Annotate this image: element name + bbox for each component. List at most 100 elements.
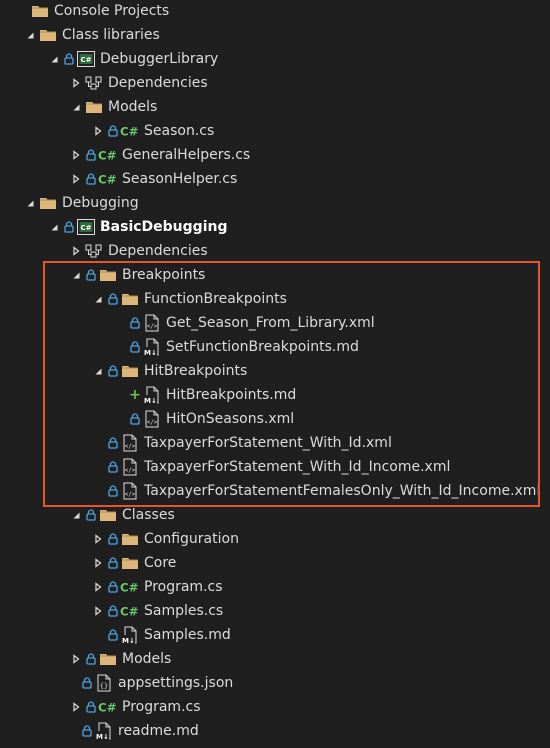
chevron-right-icon[interactable] (68, 239, 84, 263)
tree-item-configuration[interactable]: Configuration (0, 527, 550, 551)
lock-icon (106, 599, 120, 623)
chevron-down-icon[interactable] (46, 47, 62, 71)
tree-item-content: Dependencies (68, 71, 208, 95)
tree-item-label: TaxpayerForStatement_With_Id_Income.xml (144, 459, 451, 475)
tree-item-console-projects[interactable]: Console Projects (0, 0, 550, 23)
chevron-right-icon[interactable] (90, 119, 106, 143)
csharp-file-icon: C# (120, 575, 140, 599)
tree-item-appsettings-json[interactable]: {} appsettings.json (0, 671, 550, 695)
tree-item-label: DebuggerLibrary (100, 51, 219, 67)
chevron-down-icon[interactable] (46, 215, 62, 239)
tree-item-dependencies[interactable]: Dependencies (0, 71, 550, 95)
tree-item-label: TaxpayerForStatementFemalesOnly_With_Id_… (144, 483, 541, 499)
tree-item-content: + M↓ HitBreakpoints.md (128, 383, 296, 407)
lock-icon (106, 527, 120, 551)
tree-item-dependencies[interactable]: Dependencies (0, 239, 550, 263)
tree-item-season-cs[interactable]: C# Season.cs (0, 119, 550, 143)
lock-icon (106, 551, 120, 575)
lock-icon (84, 695, 98, 719)
tree-item-seasonhelper-cs[interactable]: C# SeasonHelper.cs (0, 167, 550, 191)
tree-item-taxpayerforstatementfemalesonly-with-id-income-xml[interactable]: </> TaxpayerForStatementFemalesOnly_With_… (0, 479, 550, 503)
tree-item-debugging[interactable]: Debugging (0, 191, 550, 215)
chevron-down-icon[interactable] (68, 95, 84, 119)
folder-icon (120, 287, 140, 311)
tree-item-content: Models (68, 95, 157, 119)
tree-item-program-cs[interactable]: C# Program.cs (0, 695, 550, 719)
tree-item-content: M↓ SetFunctionBreakpoints.md (128, 335, 359, 359)
folder-icon (38, 191, 58, 215)
tree-item-label: Program.cs (144, 579, 223, 595)
tree-item-taxpayerforstatement-with-id-income-xml[interactable]: </> TaxpayerForStatement_With_Id_Income.x… (0, 455, 550, 479)
tree-item-models[interactable]: Models (0, 95, 550, 119)
tree-item-readme-md[interactable]: M↓ readme.md (0, 719, 550, 743)
tree-item-content: </> TaxpayerForStatement_With_Id.xml (106, 431, 392, 455)
tree-item-generalhelpers-cs[interactable]: C# GeneralHelpers.cs (0, 143, 550, 167)
svg-text:M↓: M↓ (144, 349, 157, 356)
folder-icon (98, 503, 118, 527)
svg-text:C#: C# (80, 56, 91, 64)
tree-item-functionbreakpoints[interactable]: FunctionBreakpoints (0, 287, 550, 311)
markdown-file-icon: M↓ (142, 383, 162, 407)
tree-item-content: {} appsettings.json (80, 671, 233, 695)
chevron-right-icon[interactable] (68, 143, 84, 167)
chevron-down-icon[interactable] (22, 191, 38, 215)
tree-item-label: Console Projects (54, 3, 170, 19)
markdown-file-icon: M↓ (94, 719, 114, 743)
tree-item-program-cs[interactable]: C# Program.cs (0, 575, 550, 599)
tree-item-label: TaxpayerForStatement_With_Id.xml (144, 435, 392, 451)
chevron-right-icon[interactable] (68, 71, 84, 95)
tree-item-content: </> TaxpayerForStatementFemalesOnly_With_… (106, 479, 540, 503)
lock-icon (80, 719, 94, 743)
chevron-down-icon[interactable] (90, 359, 106, 383)
tree-item-hitonseasons-xml[interactable]: </> HitOnSeasons.xml (0, 407, 550, 431)
tree-item-classes[interactable]: Classes (0, 503, 550, 527)
tree-item-basicdebugging[interactable]: C# BasicDebugging (0, 215, 550, 239)
tree-item-label: Dependencies (108, 75, 208, 91)
svg-text:M↓: M↓ (96, 733, 109, 740)
tree-item-content: C# BasicDebugging (46, 215, 227, 239)
chevron-down-icon[interactable] (68, 503, 84, 527)
tree-item-label: GeneralHelpers.cs (122, 147, 251, 163)
chevron-right-icon[interactable] (90, 551, 106, 575)
dependencies-icon (84, 71, 104, 95)
chevron-right-icon[interactable] (90, 599, 106, 623)
tree-item-breakpoints[interactable]: Breakpoints (0, 263, 550, 287)
csharp-project-icon: C# (76, 47, 96, 71)
chevron-right-icon[interactable] (90, 575, 106, 599)
chevron-right-icon[interactable] (90, 527, 106, 551)
tree-item-class-libraries[interactable]: Class libraries (0, 23, 550, 47)
chevron-right-icon[interactable] (68, 167, 84, 191)
tree-item-label: Samples.cs (144, 603, 224, 619)
tree-item-samples-md[interactable]: M↓ Samples.md (0, 623, 550, 647)
dependencies-icon (84, 239, 104, 263)
tree-item-hitbreakpoints-md[interactable]: + M↓ HitBreakpoints.md (0, 383, 550, 407)
tree-item-hitbreakpoints[interactable]: HitBreakpoints (0, 359, 550, 383)
tree-item-setfunctionbreakpoints-md[interactable]: M↓ SetFunctionBreakpoints.md (0, 335, 550, 359)
chevron-right-icon[interactable] (68, 695, 84, 719)
tree-item-debuggerlibrary[interactable]: C# DebuggerLibrary (0, 47, 550, 71)
svg-text:</>: </> (125, 467, 136, 474)
tree-item-label: Breakpoints (122, 267, 206, 283)
tree-item-get-season-from-library-xml[interactable]: </> Get_Season_From_Library.xml (0, 311, 550, 335)
tree-item-content: Class libraries (22, 23, 160, 47)
chevron-down-icon[interactable] (90, 287, 106, 311)
svg-text:C#: C# (120, 581, 139, 594)
tree-item-models[interactable]: Models (0, 647, 550, 671)
tree-item-content: C# Season.cs (90, 119, 214, 143)
chevron-down-icon[interactable] (22, 23, 38, 47)
tree-item-taxpayerforstatement-with-id-xml[interactable]: </> TaxpayerForStatement_With_Id.xml (0, 431, 550, 455)
tree-item-label: SeasonHelper.cs (122, 171, 238, 187)
tree-item-label: Configuration (144, 531, 239, 547)
chevron-down-icon[interactable] (68, 263, 84, 287)
chevron-right-icon[interactable] (68, 647, 84, 671)
tree-item-content: Debugging (22, 191, 139, 215)
tree-item-samples-cs[interactable]: C# Samples.cs (0, 599, 550, 623)
svg-text:</>: </> (147, 323, 158, 330)
xml-file-icon: </> (142, 407, 162, 431)
tree-item-core[interactable]: Core (0, 551, 550, 575)
tree-item-label: HitOnSeasons.xml (166, 411, 295, 427)
tree-item-label: Season.cs (144, 123, 215, 139)
markdown-file-icon: M↓ (120, 623, 140, 647)
folder-icon (98, 263, 118, 287)
folder-icon (30, 0, 50, 23)
